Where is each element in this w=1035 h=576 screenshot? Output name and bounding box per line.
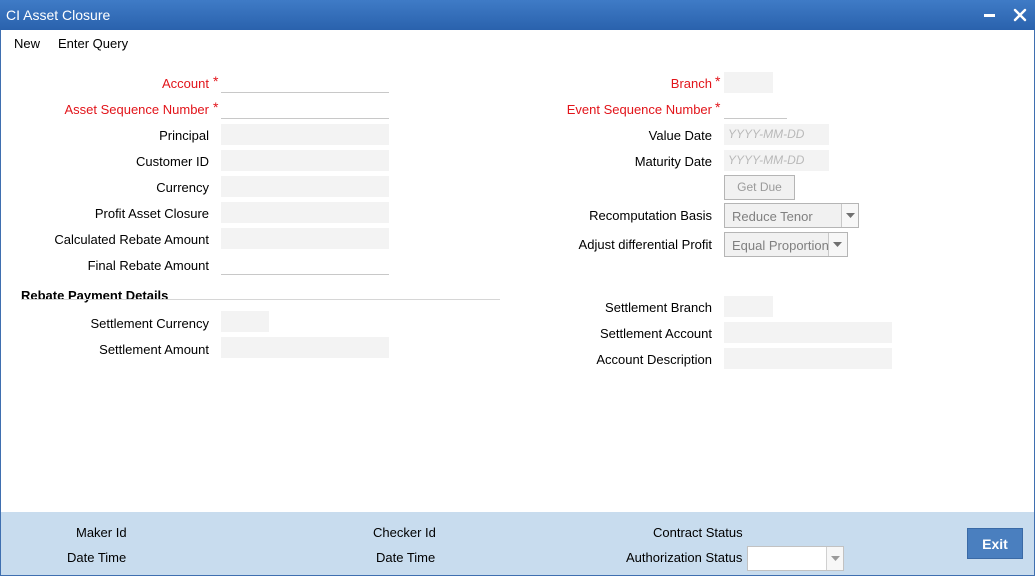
section-divider (21, 299, 500, 300)
menu-enter-query[interactable]: Enter Query (58, 36, 128, 51)
asset-sequence-number-input[interactable] (221, 98, 389, 119)
account-description-label: Account Description (596, 352, 712, 367)
adjust-differential-profit-label: Adjust differential Profit (578, 237, 712, 252)
principal-label: Principal (159, 128, 209, 143)
window-title: CI Asset Closure (6, 7, 111, 23)
audit-footer (1, 512, 1034, 575)
contract-status-label: Contract Status (653, 525, 743, 540)
menu-bar: New Enter Query (0, 30, 1035, 58)
settlement-amount-input[interactable] (221, 337, 389, 358)
currency-label: Currency (156, 180, 209, 195)
calculated-rebate-amount-input[interactable] (221, 228, 389, 249)
adjust-differential-profit-value: Equal Proportion (732, 238, 829, 253)
customer-id-input[interactable] (221, 150, 389, 171)
account-description-input[interactable] (724, 348, 892, 369)
authorization-status-select[interactable] (747, 546, 844, 571)
settlement-account-label: Settlement Account (599, 326, 712, 341)
account-label: Account (162, 76, 209, 91)
profit-asset-closure-input[interactable] (221, 202, 389, 223)
recomputation-basis-label: Recomputation Basis (589, 208, 712, 223)
event-sequence-number-label: Event Sequence Number (566, 102, 712, 117)
title-bar: CI Asset Closure (0, 0, 1035, 30)
final-rebate-amount-label: Final Rebate Amount (87, 258, 209, 273)
account-input[interactable] (221, 72, 389, 93)
settlement-branch-input[interactable] (724, 296, 773, 317)
menu-new[interactable]: New (14, 36, 40, 51)
event-sequence-number-input[interactable] (724, 98, 787, 119)
settlement-amount-label: Settlement Amount (99, 342, 209, 357)
value-date-label: Value Date (648, 128, 712, 143)
maturity-date-input[interactable]: YYYY-MM-DD (724, 150, 829, 171)
minimize-icon[interactable] (984, 14, 995, 17)
event-sequence-required-marker: * (715, 99, 721, 115)
checker-id-label: Checker Id (373, 525, 436, 540)
settlement-currency-label: Settlement Currency (90, 316, 210, 331)
maker-id-label: Maker Id (76, 525, 127, 540)
currency-input[interactable] (221, 176, 389, 197)
rebate-payment-details-title: Rebate Payment Details (21, 288, 169, 303)
calculated-rebate-amount-label: Calculated Rebate Amount (54, 232, 209, 247)
account-required-marker: * (213, 73, 219, 89)
authorization-status-label: Authorization Status (626, 550, 743, 565)
branch-input[interactable] (724, 72, 773, 93)
maturity-date-label: Maturity Date (634, 154, 712, 169)
principal-input[interactable] (221, 124, 389, 145)
settlement-branch-label: Settlement Branch (605, 300, 712, 315)
settlement-currency-input[interactable] (221, 311, 269, 332)
branch-required-marker: * (715, 73, 721, 89)
close-icon[interactable] (1011, 6, 1029, 24)
adjust-differential-profit-select[interactable]: Equal Proportion (724, 232, 848, 257)
recomputation-basis-select[interactable]: Reduce Tenor (724, 203, 859, 228)
asset-sequence-number-label: Asset Sequence Number (64, 102, 209, 117)
checker-date-time-label: Date Time (376, 550, 436, 565)
get-due-button[interactable]: Get Due (724, 175, 795, 200)
chevron-down-icon[interactable] (828, 233, 847, 256)
exit-button[interactable]: Exit (967, 528, 1023, 559)
maker-date-time-label: Date Time (67, 550, 127, 565)
value-date-input[interactable]: YYYY-MM-DD (724, 124, 829, 145)
asset-sequence-required-marker: * (213, 99, 219, 115)
customer-id-label: Customer ID (136, 154, 209, 169)
chevron-down-icon[interactable] (841, 204, 858, 227)
settlement-account-input[interactable] (724, 322, 892, 343)
final-rebate-amount-input[interactable] (221, 254, 389, 275)
branch-label: Branch (670, 76, 712, 91)
chevron-down-icon[interactable] (826, 547, 843, 570)
profit-asset-closure-label: Profit Asset Closure (94, 206, 209, 221)
recomputation-basis-value: Reduce Tenor (732, 209, 813, 224)
